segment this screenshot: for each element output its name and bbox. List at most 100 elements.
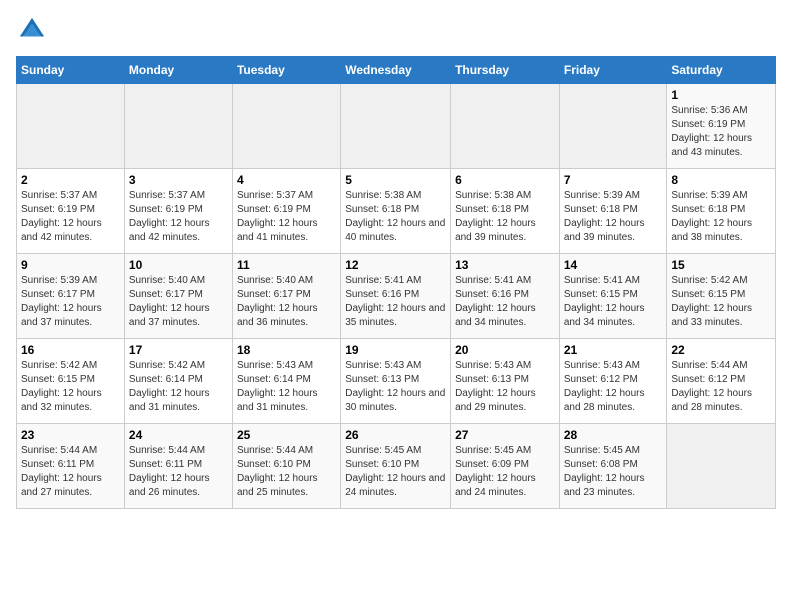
- day-info: Sunrise: 5:39 AM Sunset: 6:17 PM Dayligh…: [21, 274, 120, 330]
- day-info: Sunrise: 5:39 AM Sunset: 6:18 PM Dayligh…: [671, 189, 771, 245]
- header-saturday: Saturday: [667, 57, 776, 84]
- calendar-cell: 23Sunrise: 5:44 AM Sunset: 6:11 PM Dayli…: [17, 424, 125, 509]
- day-number: 13: [455, 258, 555, 272]
- calendar-cell: 14 Sunrise: 5:41 AM Sunset: 6:15 PM Dayli…: [559, 254, 667, 339]
- calendar-cell: [667, 424, 776, 509]
- day-info: Sunrise: 5:45 AM Sunset: 6:08 PM Dayligh…: [564, 444, 663, 500]
- day-info: Sunrise: 5:43 AM Sunset: 6:13 PM Dayligh…: [345, 359, 446, 415]
- calendar-cell: 17 Sunrise: 5:42 AM Sunset: 6:14 PM Dayli…: [124, 339, 232, 424]
- calendar-table: SundayMondayTuesdayWednesdayThursdayFrid…: [16, 56, 776, 509]
- calendar-cell: 9 Sunrise: 5:39 AM Sunset: 6:17 PM Daylig…: [17, 254, 125, 339]
- calendar-cell: [451, 84, 560, 169]
- calendar-cell: 1Sunrise: 5:36 AM Sunset: 6:19 PM Daylig…: [667, 84, 776, 169]
- page-header: [16, 16, 776, 44]
- day-number: 24: [129, 428, 228, 442]
- day-info: Sunrise: 5:43 AM Sunset: 6:14 PM Dayligh…: [237, 359, 336, 415]
- day-number: 18: [237, 343, 336, 357]
- calendar-cell: [17, 84, 125, 169]
- logo-icon: [18, 16, 46, 44]
- calendar-cell: 8 Sunrise: 5:39 AM Sunset: 6:18 PM Daylig…: [667, 169, 776, 254]
- calendar-cell: 6 Sunrise: 5:38 AM Sunset: 6:18 PM Daylig…: [451, 169, 560, 254]
- logo: [16, 16, 50, 44]
- header-friday: Friday: [559, 57, 667, 84]
- calendar-cell: 10 Sunrise: 5:40 AM Sunset: 6:17 PM Dayli…: [124, 254, 232, 339]
- calendar-cell: 22Sunrise: 5:44 AM Sunset: 6:12 PM Dayli…: [667, 339, 776, 424]
- day-number: 10: [129, 258, 228, 272]
- day-number: 17: [129, 343, 228, 357]
- calendar-cell: 7 Sunrise: 5:39 AM Sunset: 6:18 PM Daylig…: [559, 169, 667, 254]
- calendar-cell: 4 Sunrise: 5:37 AM Sunset: 6:19 PM Daylig…: [232, 169, 340, 254]
- day-info: Sunrise: 5:37 AM Sunset: 6:19 PM Dayligh…: [21, 189, 120, 245]
- day-info: Sunrise: 5:39 AM Sunset: 6:18 PM Dayligh…: [564, 189, 663, 245]
- day-info: Sunrise: 5:44 AM Sunset: 6:11 PM Dayligh…: [129, 444, 228, 500]
- day-info: Sunrise: 5:42 AM Sunset: 6:14 PM Dayligh…: [129, 359, 228, 415]
- day-info: Sunrise: 5:38 AM Sunset: 6:18 PM Dayligh…: [345, 189, 446, 245]
- calendar-cell: 11 Sunrise: 5:40 AM Sunset: 6:17 PM Dayli…: [232, 254, 340, 339]
- day-number: 19: [345, 343, 446, 357]
- day-info: Sunrise: 5:45 AM Sunset: 6:09 PM Dayligh…: [455, 444, 555, 500]
- calendar-cell: 25 Sunrise: 5:44 AM Sunset: 6:10 PM Dayli…: [232, 424, 340, 509]
- calendar-cell: 26 Sunrise: 5:45 AM Sunset: 6:10 PM Dayli…: [341, 424, 451, 509]
- calendar-cell: 16 Sunrise: 5:42 AM Sunset: 6:15 PM Dayli…: [17, 339, 125, 424]
- week-row-3: 9 Sunrise: 5:39 AM Sunset: 6:17 PM Daylig…: [17, 254, 776, 339]
- week-row-4: 16 Sunrise: 5:42 AM Sunset: 6:15 PM Dayli…: [17, 339, 776, 424]
- day-number: 8: [671, 173, 771, 187]
- calendar-cell: 21 Sunrise: 5:43 AM Sunset: 6:12 PM Dayli…: [559, 339, 667, 424]
- day-number: 9: [21, 258, 120, 272]
- day-number: 28: [564, 428, 663, 442]
- day-number: 12: [345, 258, 446, 272]
- day-info: Sunrise: 5:44 AM Sunset: 6:12 PM Dayligh…: [671, 359, 771, 415]
- calendar-cell: 13 Sunrise: 5:41 AM Sunset: 6:16 PM Dayli…: [451, 254, 560, 339]
- day-info: Sunrise: 5:42 AM Sunset: 6:15 PM Dayligh…: [21, 359, 120, 415]
- day-info: Sunrise: 5:37 AM Sunset: 6:19 PM Dayligh…: [237, 189, 336, 245]
- calendar-cell: 27 Sunrise: 5:45 AM Sunset: 6:09 PM Dayli…: [451, 424, 560, 509]
- header-monday: Monday: [124, 57, 232, 84]
- calendar-cell: [559, 84, 667, 169]
- day-info: Sunrise: 5:40 AM Sunset: 6:17 PM Dayligh…: [129, 274, 228, 330]
- calendar-cell: 3 Sunrise: 5:37 AM Sunset: 6:19 PM Daylig…: [124, 169, 232, 254]
- calendar-cell: 20Sunrise: 5:43 AM Sunset: 6:13 PM Dayli…: [451, 339, 560, 424]
- day-number: 11: [237, 258, 336, 272]
- calendar-cell: 28 Sunrise: 5:45 AM Sunset: 6:08 PM Dayli…: [559, 424, 667, 509]
- day-info: Sunrise: 5:43 AM Sunset: 6:12 PM Dayligh…: [564, 359, 663, 415]
- week-row-5: 23Sunrise: 5:44 AM Sunset: 6:11 PM Dayli…: [17, 424, 776, 509]
- day-info: Sunrise: 5:44 AM Sunset: 6:10 PM Dayligh…: [237, 444, 336, 500]
- calendar-cell: [124, 84, 232, 169]
- day-number: 14: [564, 258, 663, 272]
- header-sunday: Sunday: [17, 57, 125, 84]
- day-info: Sunrise: 5:36 AM Sunset: 6:19 PM Dayligh…: [671, 104, 771, 160]
- day-number: 3: [129, 173, 228, 187]
- day-info: Sunrise: 5:41 AM Sunset: 6:15 PM Dayligh…: [564, 274, 663, 330]
- calendar-cell: 5 Sunrise: 5:38 AM Sunset: 6:18 PM Daylig…: [341, 169, 451, 254]
- calendar-cell: 19 Sunrise: 5:43 AM Sunset: 6:13 PM Dayli…: [341, 339, 451, 424]
- calendar-cell: 12Sunrise: 5:41 AM Sunset: 6:16 PM Dayli…: [341, 254, 451, 339]
- day-info: Sunrise: 5:41 AM Sunset: 6:16 PM Dayligh…: [455, 274, 555, 330]
- day-number: 27: [455, 428, 555, 442]
- day-number: 26: [345, 428, 446, 442]
- day-info: Sunrise: 5:44 AM Sunset: 6:11 PM Dayligh…: [21, 444, 120, 500]
- day-info: Sunrise: 5:40 AM Sunset: 6:17 PM Dayligh…: [237, 274, 336, 330]
- calendar-cell: [232, 84, 340, 169]
- day-number: 21: [564, 343, 663, 357]
- header-wednesday: Wednesday: [341, 57, 451, 84]
- day-number: 2: [21, 173, 120, 187]
- day-number: 16: [21, 343, 120, 357]
- day-number: 15: [671, 258, 771, 272]
- day-number: 4: [237, 173, 336, 187]
- calendar-cell: 15 Sunrise: 5:42 AM Sunset: 6:15 PM Dayli…: [667, 254, 776, 339]
- day-info: Sunrise: 5:43 AM Sunset: 6:13 PM Dayligh…: [455, 359, 555, 415]
- day-info: Sunrise: 5:37 AM Sunset: 6:19 PM Dayligh…: [129, 189, 228, 245]
- day-number: 5: [345, 173, 446, 187]
- header-tuesday: Tuesday: [232, 57, 340, 84]
- day-number: 25: [237, 428, 336, 442]
- day-info: Sunrise: 5:42 AM Sunset: 6:15 PM Dayligh…: [671, 274, 771, 330]
- calendar-cell: 24 Sunrise: 5:44 AM Sunset: 6:11 PM Dayli…: [124, 424, 232, 509]
- header-row: SundayMondayTuesdayWednesdayThursdayFrid…: [17, 57, 776, 84]
- day-number: 6: [455, 173, 555, 187]
- week-row-2: 2 Sunrise: 5:37 AM Sunset: 6:19 PM Daylig…: [17, 169, 776, 254]
- calendar-cell: 2 Sunrise: 5:37 AM Sunset: 6:19 PM Daylig…: [17, 169, 125, 254]
- day-info: Sunrise: 5:45 AM Sunset: 6:10 PM Dayligh…: [345, 444, 446, 500]
- calendar-cell: 18 Sunrise: 5:43 AM Sunset: 6:14 PM Dayli…: [232, 339, 340, 424]
- day-number: 7: [564, 173, 663, 187]
- day-info: Sunrise: 5:38 AM Sunset: 6:18 PM Dayligh…: [455, 189, 555, 245]
